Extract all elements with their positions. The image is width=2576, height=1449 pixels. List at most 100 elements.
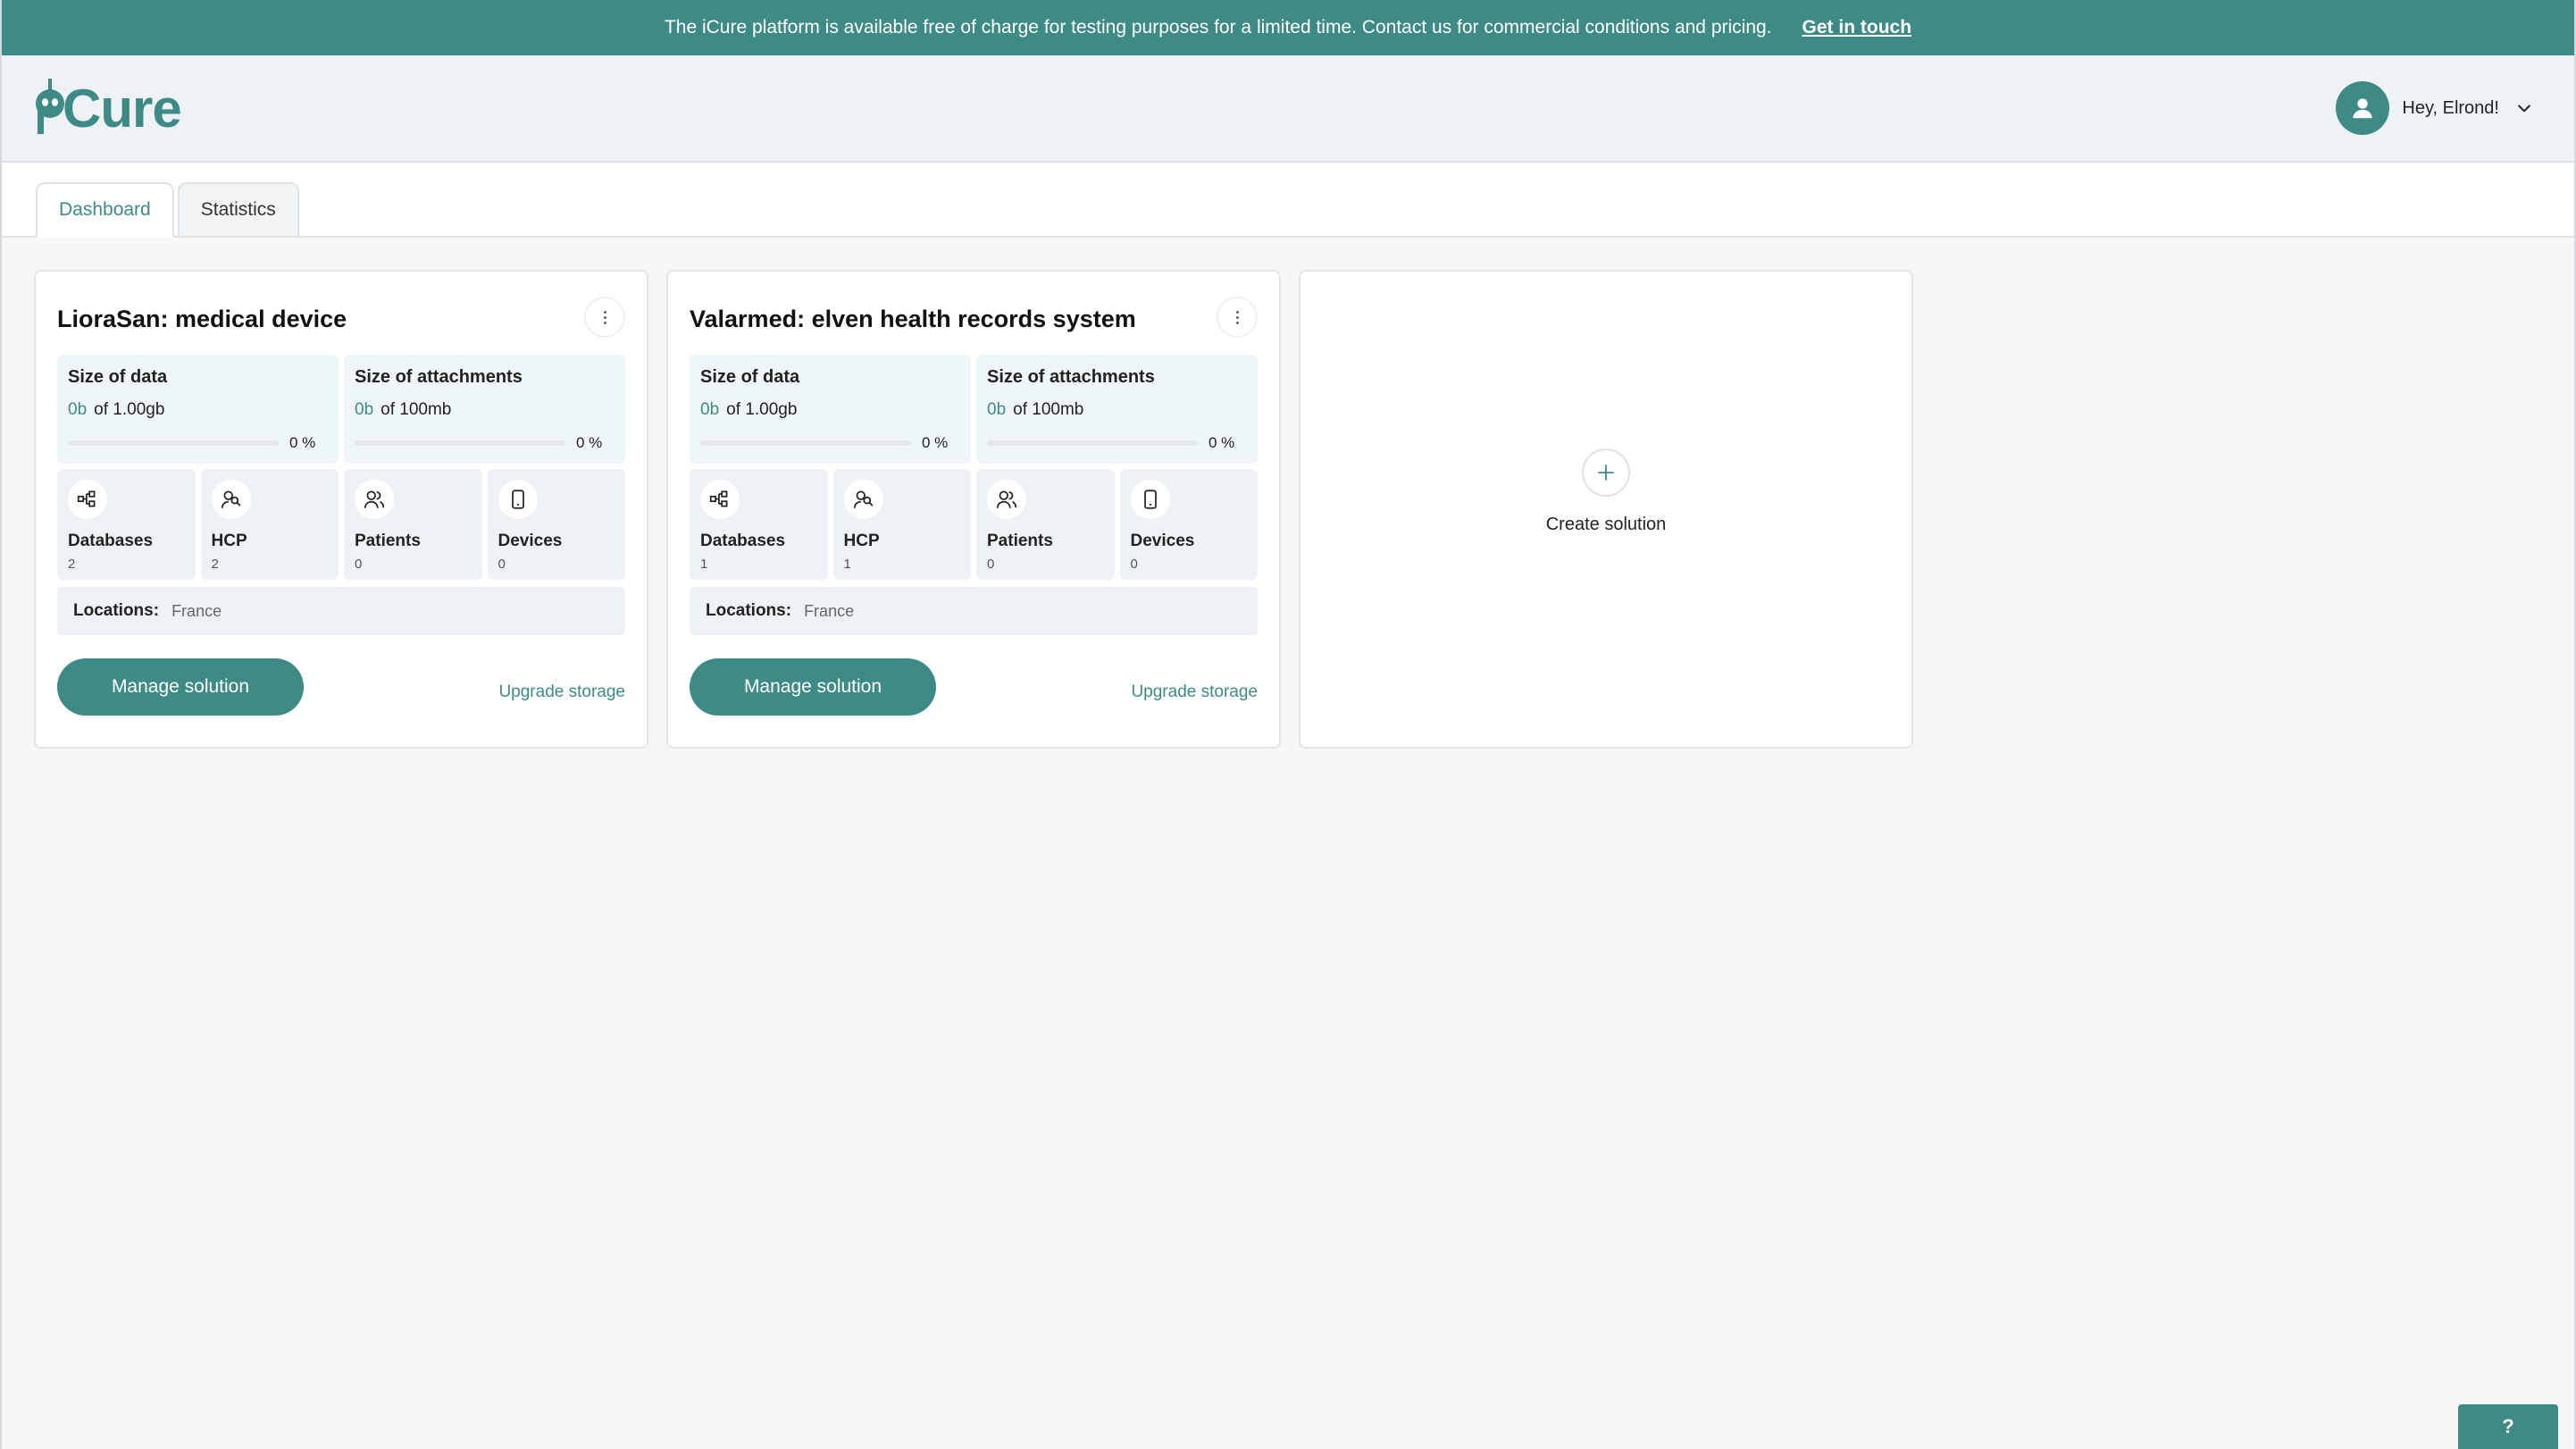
stat-count: 2 <box>68 557 76 572</box>
stat-label: Databases <box>68 532 154 550</box>
app-header: Cure Hey, Elrond! <box>2 55 2574 163</box>
attachments-size-panel: Size of attachments 0b of 100mb 0 % <box>976 355 1258 464</box>
data-of: of <box>94 400 108 419</box>
attachments-percent: 0 % <box>1209 434 1235 451</box>
create-solution-label[interactable]: Create solution <box>1546 515 1667 535</box>
logo-mark-icon <box>34 79 66 138</box>
locations-value: France <box>804 601 855 620</box>
databases-icon <box>700 480 740 519</box>
user-menu[interactable]: Hey, Elrond! <box>2336 81 2537 135</box>
stat-devices: Devices 0 <box>487 469 625 580</box>
manage-solution-button[interactable]: Manage solution <box>57 658 304 716</box>
stat-count: 0 <box>1130 557 1138 572</box>
tab-bar: Dashboard Statistics <box>2 163 2574 238</box>
data-used: 0b <box>68 400 88 419</box>
stat-count: 0 <box>987 557 995 572</box>
data-used: 0b <box>700 400 720 419</box>
stat-count: 0 <box>498 557 506 572</box>
attachments-size-label: Size of attachments <box>987 367 1155 387</box>
logo-wordmark: Cure <box>63 79 182 138</box>
attachments-of: of <box>381 400 395 419</box>
attachments-size-panel: Size of attachments 0b of 100mb 0 % <box>344 355 625 464</box>
data-total: 1.00gb <box>745 400 798 419</box>
patients-icon <box>987 480 1026 519</box>
tab-statistics[interactable]: Statistics <box>177 182 299 236</box>
attachments-size-amount: 0b of 100mb <box>355 400 615 420</box>
manage-solution-button[interactable]: Manage solution <box>690 658 936 716</box>
user-greeting[interactable]: Hey, Elrond! <box>2402 98 2499 119</box>
hcp-icon <box>843 480 883 519</box>
chevron-down-icon[interactable] <box>2512 96 2537 121</box>
stat-hcp: HCP 2 <box>200 469 339 580</box>
stat-count: 0 <box>355 557 363 572</box>
devices-icon <box>498 480 538 519</box>
data-size-panel: Size of data 0b of 1.00gb 0 % <box>690 355 971 464</box>
locations-label: Locations: <box>706 601 792 620</box>
attachments-progress-bar <box>987 440 1198 446</box>
avatar[interactable] <box>2336 81 2390 135</box>
stat-label: Databases <box>700 532 786 550</box>
attachments-total: 100mb <box>399 400 452 419</box>
attachments-used: 0b <box>355 400 374 419</box>
attachments-used: 0b <box>987 400 1007 419</box>
stat-patients: Patients 0 <box>976 469 1115 580</box>
attachments-total: 100mb <box>1032 400 1084 419</box>
databases-icon <box>68 480 107 519</box>
stat-patients: Patients 0 <box>344 469 482 580</box>
attachments-size-label: Size of attachments <box>355 367 523 387</box>
locations-value: France <box>171 601 222 620</box>
plus-icon[interactable] <box>1582 448 1630 497</box>
more-options-icon[interactable] <box>1217 297 1258 338</box>
hcp-icon <box>211 480 251 519</box>
stat-count: 1 <box>843 557 851 572</box>
data-size-label: Size of data <box>68 367 168 387</box>
patients-icon <box>355 480 394 519</box>
stat-label: Patients <box>355 532 421 550</box>
more-options-icon[interactable] <box>584 297 625 338</box>
icure-logo[interactable]: Cure <box>34 79 182 138</box>
solutions-grid: LioraSan: medical device Size of data 0b… <box>34 270 1913 749</box>
create-solution-card[interactable]: Create solution <box>1299 270 1913 749</box>
data-percent: 0 % <box>289 434 316 451</box>
stat-hcp: HCP 1 <box>832 469 971 580</box>
devices-icon <box>1130 480 1170 519</box>
attachments-of: of <box>1013 400 1027 419</box>
help-button[interactable]: ? <box>2458 1404 2558 1449</box>
stat-label: HCP <box>211 532 247 550</box>
data-progress-bar <box>68 440 279 446</box>
stat-databases: Databases 1 <box>690 469 828 580</box>
attachments-progress-bar <box>355 440 565 446</box>
stat-label: Devices <box>1130 532 1195 550</box>
stat-label: Patients <box>987 532 1053 550</box>
solution-card: LioraSan: medical device Size of data 0b… <box>34 270 648 749</box>
data-size-panel: Size of data 0b of 1.00gb 0 % <box>57 355 339 464</box>
tab-dashboard[interactable]: Dashboard <box>36 182 174 238</box>
stat-label: HCP <box>843 532 880 550</box>
data-progress-bar <box>700 440 911 446</box>
stat-label: Devices <box>498 532 563 550</box>
data-size-label: Size of data <box>700 367 800 387</box>
attachments-size-amount: 0b of 100mb <box>987 400 1247 420</box>
data-of: of <box>726 400 740 419</box>
attachments-percent: 0 % <box>576 434 603 451</box>
stat-devices: Devices 0 <box>1119 469 1258 580</box>
data-size-amount: 0b of 1.00gb <box>700 400 960 420</box>
upgrade-storage-link[interactable]: Upgrade storage <box>498 683 625 702</box>
locations-row: Locations: France <box>690 587 1258 635</box>
solution-title: LioraSan: medical device <box>57 306 347 332</box>
locations-label: Locations: <box>73 601 160 620</box>
solution-card: Valarmed: elven health records system Si… <box>666 270 1281 749</box>
stat-databases: Databases 2 <box>57 469 196 580</box>
stat-count: 1 <box>700 557 708 572</box>
solution-title: Valarmed: elven health records system <box>690 306 1136 332</box>
page: The iCure platform is available free of … <box>0 0 2576 1449</box>
banner-message: The iCure platform is available free of … <box>664 17 1772 38</box>
get-in-touch-link[interactable]: Get in touch <box>1802 17 1912 38</box>
data-size-amount: 0b of 1.00gb <box>68 400 328 420</box>
user-icon <box>2353 98 2373 119</box>
data-total: 1.00gb <box>113 400 165 419</box>
locations-row: Locations: France <box>57 587 625 635</box>
stat-count: 2 <box>211 557 219 572</box>
data-percent: 0 % <box>922 434 949 451</box>
upgrade-storage-link[interactable]: Upgrade storage <box>1131 683 1258 702</box>
